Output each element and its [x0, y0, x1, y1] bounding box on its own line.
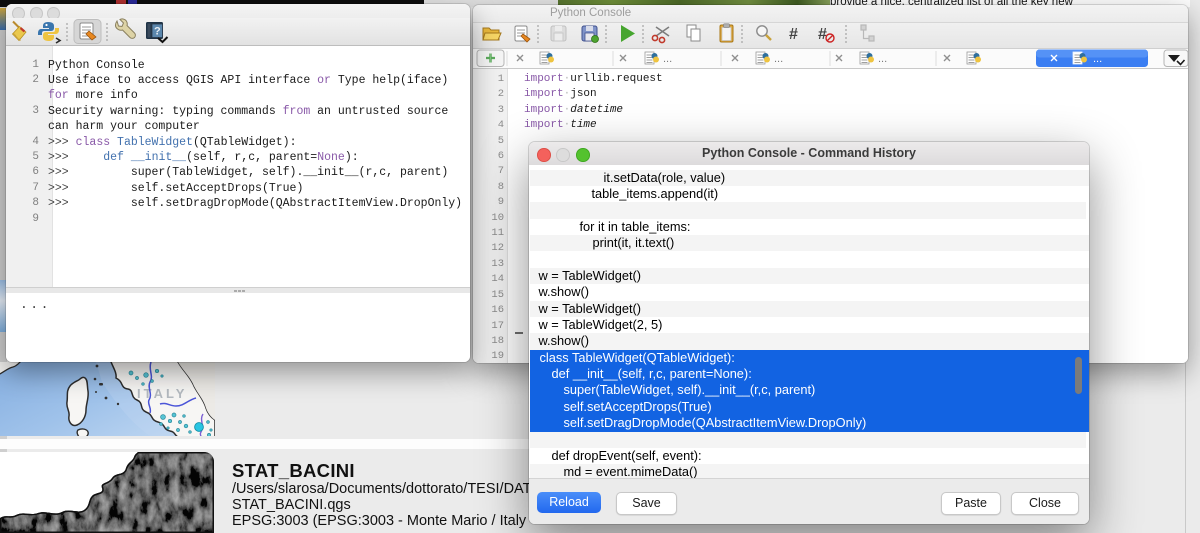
svg-text:?: ?: [154, 26, 161, 38]
svg-text:...: ...: [663, 53, 672, 65]
svg-text:#: #: [818, 26, 827, 43]
svg-text:#: #: [789, 26, 798, 43]
svg-text:...: ...: [774, 53, 783, 65]
svg-text:ITALY: ITALY: [137, 386, 187, 401]
svg-text:...: ...: [1093, 53, 1102, 65]
svg-text:...: ...: [878, 53, 887, 65]
